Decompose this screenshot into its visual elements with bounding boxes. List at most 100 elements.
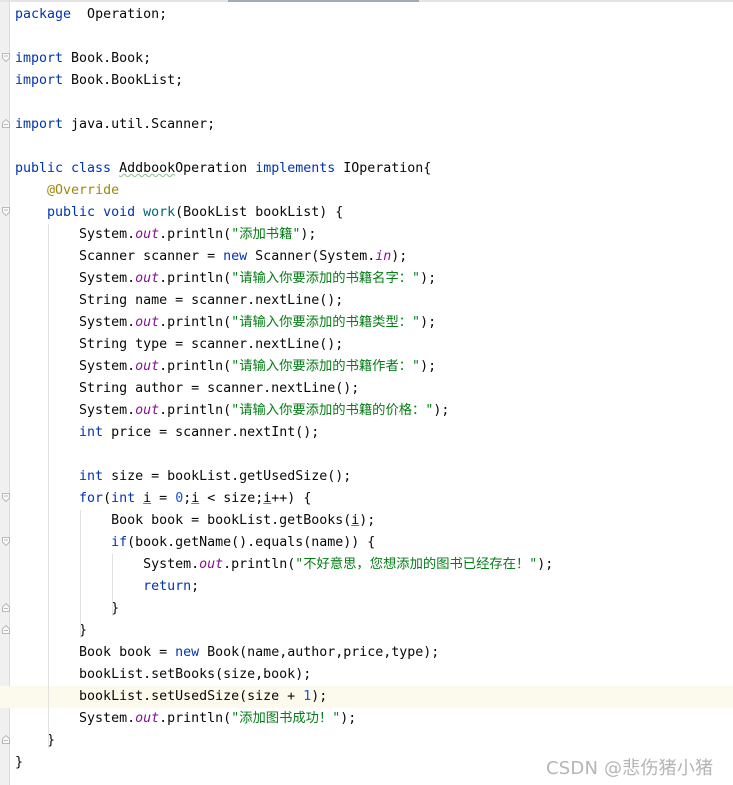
token-plain: System. — [15, 711, 136, 726]
token-plain: Book.BookList; — [63, 73, 184, 88]
code-line[interactable] — [10, 136, 733, 158]
fold-end-icon[interactable] — [2, 603, 10, 612]
code-line[interactable]: System.out.println("请输入你要添加的书籍的价格："); — [10, 400, 733, 422]
code-line[interactable] — [10, 26, 733, 48]
token-plain: ); — [300, 227, 317, 242]
token-plain: Scanner(System. — [247, 249, 376, 264]
token-plain: ; — [191, 579, 200, 594]
code-line-text: } — [15, 620, 87, 642]
token-plain: Book book = bookList.getBooks( — [15, 513, 352, 528]
code-line[interactable]: System.out.println("请输入你要添加的书籍作者："); — [10, 356, 733, 378]
code-editor[interactable]: package Operation; import Book.Book; impor… — [0, 2, 733, 785]
token-plain: ++) { — [271, 491, 312, 506]
code-line[interactable] — [10, 444, 733, 466]
fold-end-icon[interactable] — [2, 119, 10, 128]
token-plain: } — [15, 601, 120, 616]
token-kw: package — [15, 7, 72, 22]
token-plain: .println( — [159, 315, 232, 330]
token-plain: ); — [311, 689, 328, 704]
token-str: "请输入你要添加的书籍类型：" — [231, 315, 421, 330]
code-line[interactable]: for(int i = 0;i < size;i++) { — [10, 488, 733, 510]
token-str: "添加书籍" — [231, 227, 301, 242]
code-line[interactable]: System.out.println("请输入你要添加的书籍类型："); — [10, 312, 733, 334]
token-mth: work — [143, 205, 176, 220]
code-line-text: String type = scanner.nextLine(); — [15, 334, 343, 356]
code-line-text: public class AddbookOperation implements… — [15, 158, 431, 180]
code-line[interactable] — [10, 92, 733, 114]
code-line[interactable]: } — [10, 620, 733, 642]
code-line-text: System.out.println("请输入你要添加的书籍的价格："); — [15, 400, 449, 422]
code-line-text: System.out.println("请输入你要添加的书籍类型："); — [15, 312, 436, 334]
code-line-text: import Book.BookList; — [15, 70, 183, 92]
code-line[interactable]: Book book = bookList.getBooks(i); — [10, 510, 733, 532]
code-line-text: int price = scanner.nextInt(); — [15, 422, 319, 444]
fold-collapse-icon[interactable] — [2, 207, 10, 216]
token-plain: size = bookList.getUsedSize(); — [103, 469, 352, 484]
token-kw: int — [79, 469, 104, 484]
token-fld: out — [135, 359, 160, 374]
token-plain: ); — [420, 315, 437, 330]
fold-end-icon[interactable] — [2, 625, 10, 634]
watermark: CSDN @悲伤猪小猪 — [546, 758, 714, 779]
code-line[interactable]: System.out.println("添加图书成功！"); — [10, 708, 733, 730]
token-plain: String author = scanner.nextLine(); — [15, 381, 360, 396]
token-plain: } — [15, 755, 24, 770]
fold-end-icon[interactable] — [2, 735, 10, 744]
code-line[interactable]: System.out.println("不好意思，您想添加的图书已经存在！"); — [10, 554, 733, 576]
code-line[interactable]: public class AddbookOperation implements… — [10, 158, 733, 180]
code-line[interactable]: String author = scanner.nextLine(); — [10, 378, 733, 400]
code-line[interactable]: int price = scanner.nextInt(); — [10, 422, 733, 444]
token-fld: out — [199, 557, 224, 572]
code-line-text: String name = scanner.nextLine(); — [15, 290, 343, 312]
token-num: 0 — [175, 491, 184, 506]
code-line[interactable]: import java.util.Scanner; — [10, 114, 733, 136]
code-line[interactable]: @Override — [10, 180, 733, 202]
fold-collapse-icon[interactable] — [2, 493, 10, 502]
indent-guide — [112, 554, 113, 616]
token-plain: String type = scanner.nextLine(); — [15, 337, 344, 352]
token-plain: price = scanner.nextInt(); — [103, 425, 320, 440]
code-line[interactable]: String type = scanner.nextLine(); — [10, 334, 733, 356]
code-line[interactable]: int size = bookList.getUsedSize(); — [10, 466, 733, 488]
token-plain: Operation; — [71, 7, 168, 22]
code-line-text: return; — [15, 576, 199, 598]
token-plain: bookList.setBooks(size,book); — [15, 667, 312, 682]
code-line[interactable]: } — [10, 730, 733, 752]
token-plain: < size; — [199, 491, 264, 506]
token-plain: System. — [15, 271, 136, 286]
code-line[interactable]: System.out.println("添加书籍"); — [10, 224, 733, 246]
code-line[interactable]: bookList.setUsedSize(size + 1); — [0, 686, 733, 708]
token-plain: Book.Book; — [63, 51, 152, 66]
token-kw: public void — [47, 205, 144, 220]
code-line-text: bookList.setBooks(size,book); — [15, 664, 311, 686]
code-line-text: } — [15, 730, 55, 752]
token-plain: ( — [103, 491, 112, 506]
code-line[interactable]: package Operation; — [10, 4, 733, 26]
fold-collapse-icon[interactable] — [2, 53, 10, 62]
code-line-text: import java.util.Scanner; — [15, 114, 215, 136]
code-line-text: System.out.println("不好意思，您想添加的图书已经存在！"); — [15, 554, 553, 576]
token-plain: ); — [537, 557, 554, 572]
code-line[interactable]: bookList.setBooks(size,book); — [10, 664, 733, 686]
code-line[interactable]: if(book.getName().equals(name)) { — [10, 532, 733, 554]
code-line[interactable]: Book book = new Book(name,author,price,t… — [10, 642, 733, 664]
code-line[interactable]: import Book.Book; — [10, 48, 733, 70]
token-uvar: i — [143, 491, 152, 506]
token-plain: (BookList bookList) { — [175, 205, 344, 220]
code-line[interactable]: public void work(BookList bookList) { — [10, 202, 733, 224]
code-line[interactable]: Scanner scanner = new Scanner(System.in)… — [10, 246, 733, 268]
code-line[interactable]: } — [10, 598, 733, 620]
code-line[interactable]: return; — [10, 576, 733, 598]
code-line[interactable]: System.out.println("请输入你要添加的书籍名字："); — [10, 268, 733, 290]
token-plain: .println( — [159, 403, 232, 418]
token-ann: @Override — [47, 183, 120, 198]
token-plain: ); — [359, 513, 376, 528]
code-line[interactable]: String name = scanner.nextLine(); — [10, 290, 733, 312]
code-line[interactable]: import Book.BookList; — [10, 70, 733, 92]
token-plain: = — [151, 491, 176, 506]
token-plain: System. — [15, 359, 136, 374]
fold-collapse-icon[interactable] — [2, 537, 10, 546]
token-plain: Operation — [175, 161, 256, 176]
code-line-text: Scanner scanner = new Scanner(System.in)… — [15, 246, 407, 268]
